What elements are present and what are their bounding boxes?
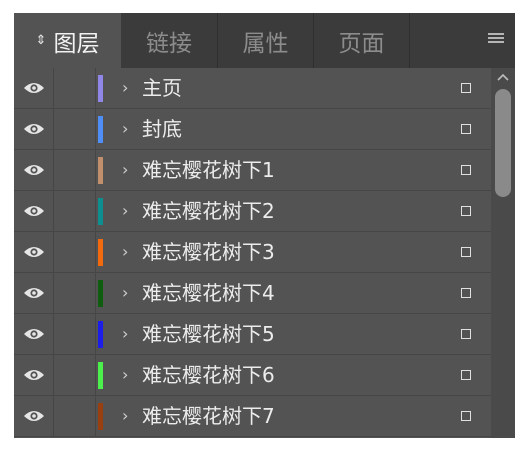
visibility-toggle[interactable]	[14, 150, 54, 190]
tab-links[interactable]: 链接	[121, 13, 218, 68]
tab-links-label: 链接	[146, 30, 192, 57]
chevron-right-icon[interactable]: ›	[122, 396, 128, 436]
layer-row[interactable]: › 难忘樱花树下1	[14, 150, 491, 191]
lock-toggle[interactable]	[54, 109, 96, 149]
layer-name: 难忘樱花树下3	[142, 240, 275, 264]
selection-square-icon[interactable]	[461, 206, 471, 216]
eye-icon	[23, 370, 44, 380]
eye-icon	[23, 247, 44, 257]
layer-name: 难忘樱花树下7	[142, 404, 275, 428]
selection-square-icon[interactable]	[461, 247, 471, 257]
lock-toggle[interactable]	[54, 273, 96, 313]
layer-row[interactable]: › 难忘樱花树下4	[14, 273, 491, 314]
lock-toggle[interactable]	[54, 396, 96, 436]
eye-icon	[23, 165, 44, 175]
panel-menu-icon	[488, 31, 504, 45]
layer-row[interactable]: › 难忘樱花树下2	[14, 191, 491, 232]
selection-square-icon[interactable]	[461, 288, 471, 298]
tab-pages-label: 页面	[338, 30, 385, 57]
lock-toggle[interactable]	[54, 150, 96, 190]
layer-color-swatch	[98, 239, 103, 266]
layer-name: 难忘樱花树下2	[142, 199, 275, 223]
tab-layers-label: 图层	[53, 30, 100, 57]
selection-square-icon[interactable]	[461, 124, 471, 134]
layer-color-swatch	[98, 280, 103, 307]
eye-icon	[23, 124, 44, 134]
layer-name: 难忘樱花树下5	[142, 322, 275, 346]
layer-row[interactable]: › 难忘樱花树下7	[14, 396, 491, 437]
layer-color-swatch	[98, 75, 103, 102]
layer-name: 封底	[142, 117, 182, 141]
tab-bar: ⇕ 图层 链接 属性 页面	[14, 13, 515, 68]
layer-color-swatch	[98, 116, 103, 143]
lock-toggle[interactable]	[54, 314, 96, 354]
tab-layers[interactable]: ⇕ 图层	[14, 13, 121, 68]
lock-toggle[interactable]	[54, 191, 96, 231]
eye-icon	[23, 206, 44, 216]
eye-icon	[23, 83, 44, 93]
visibility-toggle[interactable]	[14, 109, 54, 149]
eye-icon	[23, 288, 44, 298]
visibility-toggle[interactable]	[14, 191, 54, 231]
selection-square-icon[interactable]	[461, 411, 471, 421]
scrollbar[interactable]	[491, 68, 515, 438]
tab-properties-label: 属性	[242, 30, 289, 57]
layer-row[interactable]: › 主页	[14, 68, 491, 109]
chevron-right-icon[interactable]: ›	[122, 314, 128, 354]
lock-toggle[interactable]	[54, 232, 96, 272]
layer-color-swatch	[98, 157, 103, 184]
selection-square-icon[interactable]	[461, 370, 471, 380]
layer-name: 主页	[142, 76, 182, 100]
visibility-toggle[interactable]	[14, 314, 54, 354]
lock-toggle[interactable]	[54, 68, 96, 108]
layer-name: 难忘樱花树下6	[142, 363, 275, 387]
chevron-right-icon[interactable]: ›	[122, 232, 128, 272]
layers-panel: ⇕ 图层 链接 属性 页面 › 主页 › 封底 › 难忘樱花树下1 › 难忘樱花树下2 › 难忘樱…	[14, 13, 515, 438]
layer-row[interactable]: › 难忘樱花树下5	[14, 314, 491, 355]
eye-icon	[23, 411, 44, 421]
tab-pages[interactable]: 页面	[314, 13, 410, 68]
visibility-toggle[interactable]	[14, 355, 54, 395]
visibility-toggle[interactable]	[14, 273, 54, 313]
chevron-right-icon[interactable]: ›	[122, 150, 128, 190]
chevron-right-icon[interactable]: ›	[122, 191, 128, 231]
layer-color-swatch	[98, 321, 103, 348]
chevron-right-icon[interactable]: ›	[122, 109, 128, 149]
selection-square-icon[interactable]	[461, 83, 471, 93]
layer-name: 难忘樱花树下1	[142, 158, 275, 182]
layer-row[interactable]: › 难忘樱花树下3	[14, 232, 491, 273]
layer-list: › 主页 › 封底 › 难忘樱花树下1 › 难忘樱花树下2 › 难忘樱花树下3 › 难忘樱花树下4 › 难…	[14, 68, 491, 438]
chevron-right-icon[interactable]: ›	[122, 68, 128, 108]
selection-square-icon[interactable]	[461, 329, 471, 339]
layer-name: 难忘樱花树下4	[142, 281, 275, 305]
visibility-toggle[interactable]	[14, 396, 54, 436]
chevron-right-icon[interactable]: ›	[122, 355, 128, 395]
layer-color-swatch	[98, 403, 103, 430]
scroll-up-arrow-icon[interactable]	[496, 72, 510, 82]
updown-arrows-icon: ⇕	[35, 33, 47, 48]
layer-color-swatch	[98, 362, 103, 389]
visibility-toggle[interactable]	[14, 68, 54, 108]
layer-row[interactable]: › 封底	[14, 109, 491, 150]
panel-menu-button[interactable]	[485, 27, 507, 49]
lock-toggle[interactable]	[54, 355, 96, 395]
eye-icon	[23, 329, 44, 339]
scroll-thumb[interactable]	[495, 89, 511, 197]
visibility-toggle[interactable]	[14, 232, 54, 272]
layer-row[interactable]: › 难忘樱花树下6	[14, 355, 491, 396]
tab-properties[interactable]: 属性	[218, 13, 314, 68]
layer-color-swatch	[98, 198, 103, 225]
selection-square-icon[interactable]	[461, 165, 471, 175]
chevron-right-icon[interactable]: ›	[122, 273, 128, 313]
